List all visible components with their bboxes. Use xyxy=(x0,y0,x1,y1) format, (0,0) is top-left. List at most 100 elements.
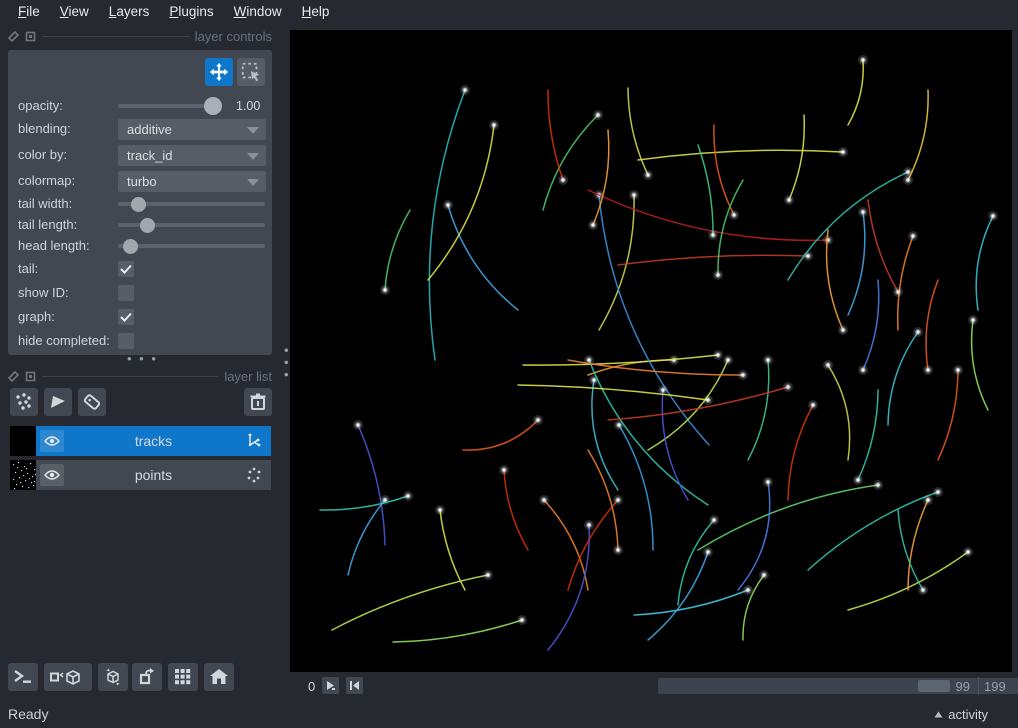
track-head xyxy=(536,418,539,421)
menu-file[interactable]: File xyxy=(8,0,50,24)
float-panel-icon[interactable] xyxy=(8,371,19,382)
control-label: head length: xyxy=(18,238,90,253)
track-head xyxy=(520,618,523,621)
track xyxy=(898,231,918,330)
track xyxy=(698,145,718,240)
dropdown-value: additive xyxy=(127,122,172,137)
track-head xyxy=(646,173,649,176)
track xyxy=(848,207,868,315)
track xyxy=(923,280,938,375)
home-button[interactable] xyxy=(204,663,234,691)
total-frames-label: 199 xyxy=(984,679,1006,694)
track xyxy=(320,491,413,510)
hide-panel-icon[interactable] xyxy=(25,31,36,42)
viewer-canvas[interactable] xyxy=(290,30,1012,672)
layer-name: tracks xyxy=(64,433,243,449)
hide-completed-checkbox[interactable] xyxy=(118,333,134,349)
activity-button[interactable]: activity xyxy=(934,707,988,722)
track-head xyxy=(926,498,929,501)
layer-row-points[interactable]: points xyxy=(36,460,271,490)
track-head xyxy=(926,368,929,371)
new-labels-button[interactable] xyxy=(78,388,106,416)
slider-handle[interactable] xyxy=(140,218,155,233)
pan-zoom-button[interactable] xyxy=(205,58,233,86)
track-head xyxy=(492,123,495,126)
track-head xyxy=(916,330,919,333)
activity-label: activity xyxy=(948,707,988,722)
track-head xyxy=(502,468,505,471)
slider-handle[interactable] xyxy=(131,197,146,212)
track xyxy=(827,230,848,335)
transpose-dimensions-button[interactable] xyxy=(132,663,162,691)
slider-handle[interactable] xyxy=(204,97,222,115)
track-head xyxy=(383,288,386,291)
ndisplay-toggle-button[interactable] xyxy=(44,663,92,691)
track-head xyxy=(587,523,590,526)
colormap-dropdown[interactable]: turbo xyxy=(118,171,266,192)
hide-panel-icon[interactable] xyxy=(25,371,36,382)
grid-view-button[interactable] xyxy=(168,663,198,691)
track-head xyxy=(906,170,909,173)
track-head xyxy=(762,573,765,576)
color-by-dropdown[interactable]: track_id xyxy=(118,145,266,166)
track xyxy=(380,210,410,295)
slider-handle[interactable] xyxy=(123,239,138,254)
float-panel-icon[interactable] xyxy=(8,31,19,42)
show-ID-checkbox[interactable] xyxy=(118,285,134,301)
track-head xyxy=(716,273,719,276)
track-head xyxy=(906,178,909,181)
track xyxy=(858,280,879,375)
track-head xyxy=(726,358,729,361)
console-button[interactable] xyxy=(8,663,38,691)
skip-to-start-button[interactable] xyxy=(346,677,363,694)
track-head xyxy=(591,223,594,226)
track-head xyxy=(463,88,466,91)
track xyxy=(584,355,708,505)
new-points-button[interactable] xyxy=(10,388,38,416)
visibility-toggle[interactable] xyxy=(40,464,64,486)
track-head xyxy=(966,550,969,553)
transform-button[interactable] xyxy=(237,58,265,86)
chevron-down-icon xyxy=(247,127,259,134)
panel-resize-handle[interactable]: • • • xyxy=(127,351,158,366)
track-head xyxy=(712,518,715,521)
control-row-hide-completed: hide completed: xyxy=(8,330,272,352)
title-divider xyxy=(42,376,218,377)
control-row-tail-width: tail width: xyxy=(8,193,272,215)
menu-layers[interactable]: Layers xyxy=(99,0,160,24)
play-button[interactable] xyxy=(322,677,339,694)
track-head xyxy=(911,234,914,237)
tail-checkbox[interactable] xyxy=(118,261,134,277)
track xyxy=(823,360,850,460)
new-shapes-button[interactable] xyxy=(44,388,72,416)
blending-dropdown[interactable]: additive xyxy=(118,119,266,140)
track-head xyxy=(661,388,664,391)
layer-controls-panel: opacity:1.00blending:additivecolor by:tr… xyxy=(8,50,272,355)
visibility-toggle[interactable] xyxy=(40,430,64,452)
control-label: tail length: xyxy=(18,217,77,232)
track xyxy=(853,390,878,485)
track-head xyxy=(732,213,735,216)
track-head xyxy=(861,58,864,61)
track xyxy=(523,350,723,365)
menu-plugins[interactable]: Plugins xyxy=(159,0,223,24)
menu-window[interactable]: Window xyxy=(224,0,292,24)
track xyxy=(808,487,943,570)
track-head xyxy=(706,550,709,553)
layer-row-tracks[interactable]: tracks xyxy=(36,426,271,456)
track xyxy=(393,615,527,642)
menu-bar: FileViewLayersPluginsWindowHelp xyxy=(0,0,1018,24)
track-head xyxy=(711,233,714,236)
track-head xyxy=(921,588,924,591)
roll-dimensions-button[interactable] xyxy=(98,663,128,691)
track-head xyxy=(561,178,564,181)
control-row-show-ID: show ID: xyxy=(8,282,272,304)
menu-view[interactable]: View xyxy=(50,0,99,24)
control-label: color by: xyxy=(18,147,67,162)
graph-checkbox[interactable] xyxy=(118,309,134,325)
points-layer-icon xyxy=(243,464,265,486)
menu-help[interactable]: Help xyxy=(292,0,340,24)
delete-button[interactable] xyxy=(244,388,272,416)
track xyxy=(588,130,609,230)
dim-index-label: 0 xyxy=(308,679,315,694)
